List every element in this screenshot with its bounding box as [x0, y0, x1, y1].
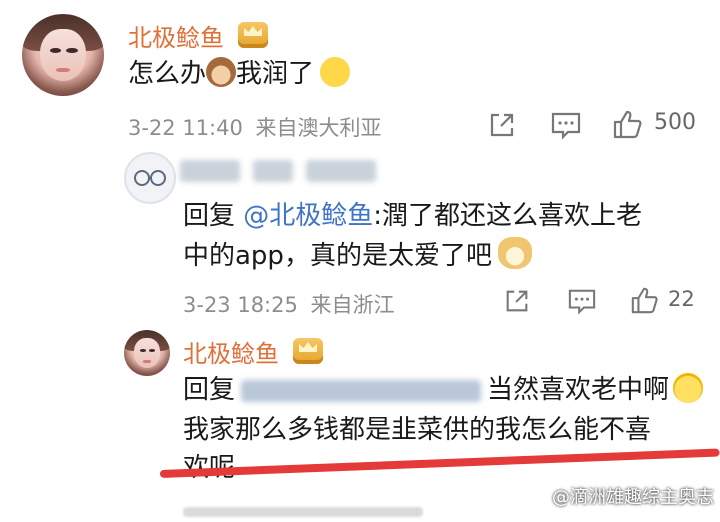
avatar-top-post[interactable] [22, 14, 104, 96]
reply2-timestamp-cutoff [183, 498, 423, 522]
share-icon [506, 290, 528, 312]
reply1-like-count: 22 [668, 287, 695, 311]
post-source: 来自澳大利亚 [255, 116, 382, 140]
reply1-like-button[interactable]: 22 [630, 285, 710, 315]
reply1-comment-button[interactable] [567, 287, 597, 315]
red-underline-annotation [159, 448, 720, 478]
glasses-avatar-icon [134, 170, 166, 186]
reply1-timestamp: 3-23 18:25 来自浙江 [183, 289, 395, 319]
reply1-share-button[interactable] [503, 287, 531, 315]
watermark-text: @滴洲雄趣综主奥志 [552, 487, 714, 508]
dog-emoji-icon [497, 237, 532, 269]
like-icon [613, 110, 642, 139]
reply2-text-line1: 回复 当然喜欢老中啊 [183, 370, 704, 410]
reply1-body-line2: 中的app，真的是太爱了吧 [183, 241, 492, 271]
reply2-body-line2: 我家那么多钱都是韭菜供的我怎么能不喜 [183, 415, 652, 445]
post-text-part1: 怎么办 [128, 59, 207, 89]
reply1-prefix: 回复 [183, 201, 244, 231]
reply2-username[interactable]: 北极鲶鱼 [183, 334, 279, 369]
laughing-emoji-icon [673, 373, 704, 403]
comment-icon [551, 112, 581, 140]
reply1-text-line2: 中的app，真的是太爱了吧 [183, 236, 532, 276]
reply1-body-line1: :潤了都还这么喜欢上老 [373, 201, 643, 231]
avatar-reply1[interactable] [124, 152, 176, 204]
comment-icon [568, 289, 596, 315]
crown-badge-icon [238, 22, 268, 48]
reply1-username-redacted [180, 160, 377, 182]
share-button[interactable] [487, 110, 517, 140]
reply1-mention-link[interactable]: @北极鲶鱼 [243, 201, 373, 231]
smiley-emoji-icon [320, 57, 351, 87]
crown-badge-icon [293, 338, 323, 364]
post-timestamp: 3-22 11:40 来自澳大利亚 [128, 112, 382, 142]
reply2-prefix: 回复 [183, 375, 236, 405]
reply2-text-line2: 我家那么多钱都是韭菜供的我怎么能不喜 [183, 410, 651, 450]
reply1-time: 3-23 18:25 [183, 293, 298, 317]
post-time: 3-22 11:40 [128, 116, 243, 140]
like-button[interactable]: 500 [612, 108, 702, 140]
post-text-part2: 我润了 [236, 59, 315, 89]
post-like-count: 500 [654, 110, 696, 135]
post-username[interactable]: 北极鲶鱼 [128, 18, 224, 53]
like-icon [631, 287, 658, 314]
monkey-emoji-icon [206, 57, 237, 87]
share-icon [490, 113, 514, 137]
avatar-reply2[interactable] [124, 330, 170, 376]
reply2-body-line1: 当然喜欢老中啊 [487, 375, 670, 405]
reply2-mention-redacted [241, 379, 482, 402]
reply1-source: 来自浙江 [310, 293, 395, 317]
reply1-text-line1: 回复 @北极鲶鱼:潤了都还这么喜欢上老 [183, 196, 642, 236]
comment-button[interactable] [550, 110, 582, 140]
post-text: 怎么办 我润了 [128, 54, 351, 94]
